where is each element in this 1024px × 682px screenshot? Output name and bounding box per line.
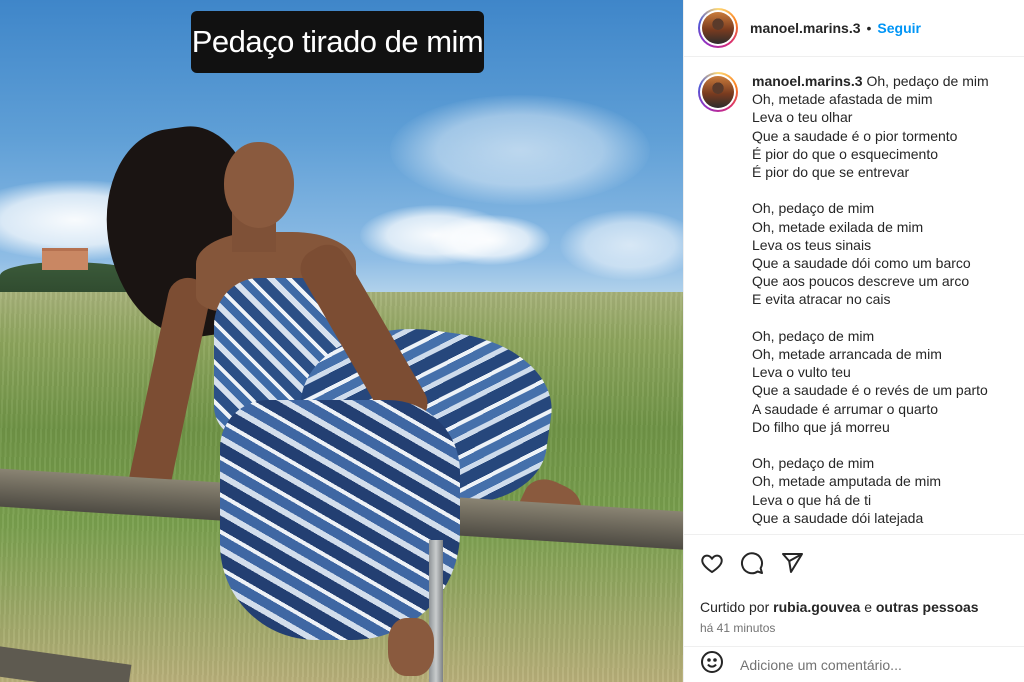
likes-summary: Curtido por rubia.gouvea e outras pessoa…	[700, 599, 1011, 615]
comment-input[interactable]: Adicione um comentário...	[740, 657, 902, 673]
likes-connector: e	[864, 599, 872, 615]
cloud	[430, 215, 550, 265]
caption-line: Leva o teu olhar	[752, 109, 853, 126]
stanza-gap	[752, 309, 1022, 327]
caption-text: manoel.marins.3 Oh, pedaço de mim Oh, meta…	[752, 72, 1022, 527]
caption-line: E evita atracar no cais	[752, 291, 891, 308]
caption-author-link[interactable]: manoel.marins.3	[752, 73, 863, 89]
caption-line: Oh, pedaço de mim	[752, 327, 875, 344]
cloud	[560, 210, 683, 280]
follow-button[interactable]: Seguir	[877, 20, 921, 36]
caption-line: Que a saudade é o pior tormento	[752, 127, 958, 144]
likes-prefix: Curtido por	[700, 599, 770, 615]
others-link[interactable]: outras pessoas	[876, 599, 979, 615]
post-header: manoel.marins.3 • Seguir	[684, 0, 1024, 57]
caption-line: Que a saudade dói como um barco	[752, 255, 971, 272]
caption-line: A saudade é arrumar o quarto	[752, 400, 939, 417]
stanza-gap	[752, 436, 1022, 454]
comment-icon[interactable]	[740, 551, 764, 575]
image-overlay-text: Pedaço tirado de mim	[191, 11, 484, 73]
caption-line: Oh, metade arrancada de mim	[752, 346, 942, 363]
caption-comment: manoel.marins.3 Oh, pedaço de mim Oh, meta…	[698, 72, 1024, 527]
caption-line: Que aos poucos descreve um arco	[752, 273, 970, 290]
face	[224, 142, 294, 228]
caption-area[interactable]: manoel.marins.3 Oh, pedaço de mim Oh, meta…	[684, 58, 1024, 534]
share-icon[interactable]	[780, 551, 804, 575]
caption-line: Do filho que já morreu	[752, 418, 890, 435]
cloud	[390, 95, 650, 205]
add-comment-bar[interactable]: Adicione um comentário...	[684, 646, 1024, 682]
caption-line: É pior do que o esquecimento	[752, 145, 939, 162]
emoji-icon[interactable]	[700, 650, 724, 679]
caption-line: Oh, metade amputada de mim	[752, 473, 942, 490]
caption-line: Leva os teus sinais	[752, 236, 872, 253]
caption-line: Oh, metade exilada de mim	[752, 218, 924, 235]
action-bar: Curtido por rubia.gouvea e outras pessoa…	[684, 534, 1024, 635]
caption-line: Que a saudade é o revés de um parto	[752, 382, 988, 399]
stanza-gap	[752, 181, 1022, 199]
post-timestamp[interactable]: há 41 minutos	[700, 621, 1011, 635]
caption-line-text: Oh, pedaço de mim	[866, 73, 989, 89]
caption-line: É pior do que se entrevar	[752, 164, 910, 181]
liker-link[interactable]: rubia.gouvea	[773, 599, 860, 615]
caption-line: Que a saudade dói latejada	[752, 509, 924, 526]
foot	[388, 618, 434, 676]
caption-line: Oh, pedaço de mim	[752, 455, 875, 472]
caption-line: Oh, pedaço de mim	[752, 200, 875, 217]
post-image[interactable]: Pedaço tirado de mim	[0, 0, 683, 682]
caption-line: manoel.marins.3 Oh, pedaço de mim	[752, 72, 1022, 90]
caption-line: Leva o vulto teu	[752, 364, 851, 381]
avatar[interactable]	[698, 8, 738, 48]
post-panel: manoel.marins.3 • Seguir manoel.marins.3…	[683, 0, 1024, 682]
heart-icon[interactable]	[700, 551, 724, 575]
avatar[interactable]	[698, 72, 738, 112]
username-link[interactable]: manoel.marins.3	[750, 20, 861, 36]
separator-dot: •	[866, 20, 872, 36]
dress	[220, 400, 460, 640]
caption-line: Oh, metade afastada de mim	[752, 91, 933, 108]
building	[42, 248, 88, 270]
caption-line: Leva o que há de ti	[752, 491, 872, 508]
